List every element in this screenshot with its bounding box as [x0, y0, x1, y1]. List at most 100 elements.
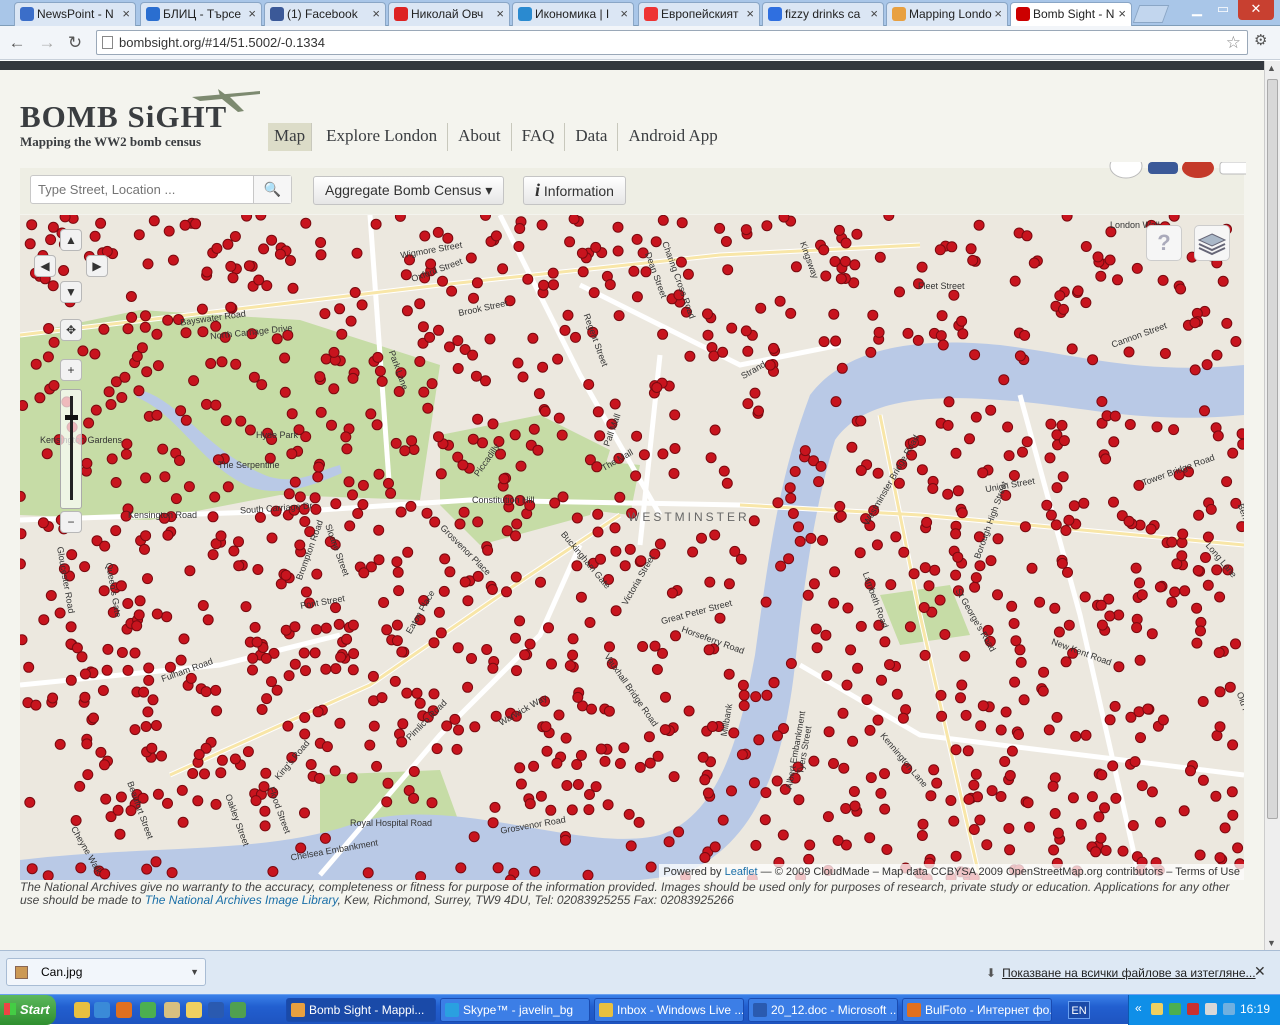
nav-map[interactable]: Map — [268, 123, 313, 151]
bomb-marker[interactable] — [1047, 780, 1059, 792]
bomb-marker[interactable] — [722, 264, 734, 276]
bomb-marker[interactable] — [1100, 453, 1112, 465]
bomb-marker[interactable] — [192, 795, 204, 807]
bomb-marker[interactable] — [995, 724, 1007, 736]
bomb-marker[interactable] — [845, 644, 857, 656]
bomb-marker[interactable] — [937, 339, 949, 351]
bomb-marker[interactable] — [956, 679, 968, 691]
bomb-marker[interactable] — [1049, 808, 1061, 819]
bomb-marker[interactable] — [1108, 436, 1120, 448]
bomb-marker[interactable] — [1135, 732, 1146, 744]
bomb-marker[interactable] — [707, 721, 718, 732]
minimize-icon[interactable]: ▁ — [1184, 0, 1210, 20]
bomb-marker[interactable] — [178, 633, 190, 645]
bomb-marker[interactable] — [211, 705, 223, 717]
bomb-marker[interactable] — [948, 815, 960, 827]
show-all-downloads-link[interactable]: ⬇ Показване на всички файлове за изтеглян… — [986, 966, 1256, 980]
bomb-marker[interactable] — [286, 408, 298, 420]
bomb-marker[interactable] — [614, 758, 626, 769]
bomb-marker[interactable] — [928, 764, 940, 776]
bomb-marker[interactable] — [562, 309, 574, 321]
close-tab-icon[interactable]: × — [994, 3, 1002, 25]
wrench-menu-icon[interactable]: ⚙ — [1254, 31, 1267, 49]
bomb-marker[interactable] — [258, 243, 270, 255]
bomb-marker[interactable] — [79, 561, 91, 573]
bomb-marker[interactable] — [1224, 681, 1236, 693]
bomb-marker[interactable] — [934, 594, 946, 606]
bomb-marker[interactable] — [419, 230, 431, 242]
bomb-marker[interactable] — [1022, 797, 1034, 809]
bomb-marker[interactable] — [90, 404, 102, 416]
bomb-marker[interactable] — [547, 267, 559, 279]
bomb-marker[interactable] — [345, 315, 357, 327]
scroll-thumb[interactable] — [1267, 79, 1278, 819]
bomb-marker[interactable] — [210, 399, 222, 411]
bomb-marker[interactable] — [950, 569, 962, 581]
bomb-marker[interactable] — [985, 555, 997, 567]
bomb-marker[interactable] — [88, 712, 99, 724]
bomb-marker[interactable] — [934, 244, 946, 256]
bomb-marker[interactable] — [114, 828, 126, 840]
bomb-marker[interactable] — [872, 714, 884, 726]
bomb-marker[interactable] — [1013, 729, 1024, 740]
bomb-marker[interactable] — [720, 236, 732, 247]
bomb-marker[interactable] — [391, 619, 403, 631]
bomb-marker[interactable] — [334, 717, 346, 729]
bomb-marker[interactable] — [1002, 421, 1014, 433]
bomb-marker[interactable] — [879, 636, 891, 648]
bomb-marker[interactable] — [438, 585, 450, 597]
bomb-marker[interactable] — [1117, 845, 1129, 857]
bomb-marker[interactable] — [1060, 656, 1072, 668]
bomb-marker[interactable] — [42, 870, 54, 880]
bomb-marker[interactable] — [570, 331, 581, 343]
bomb-marker[interactable] — [748, 515, 760, 527]
bomb-marker[interactable] — [572, 779, 584, 790]
bomb-marker[interactable] — [823, 726, 835, 738]
bomb-marker[interactable] — [174, 455, 185, 466]
bomb-marker[interactable] — [184, 565, 196, 577]
bomb-marker[interactable] — [738, 700, 750, 712]
bomb-marker[interactable] — [1072, 285, 1084, 297]
bomb-marker[interactable] — [1056, 557, 1068, 569]
bomb-marker[interactable] — [975, 720, 987, 732]
bomb-marker[interactable] — [1107, 760, 1119, 772]
bomb-marker[interactable] — [785, 492, 797, 504]
bomb-marker[interactable] — [142, 573, 153, 585]
bomb-marker[interactable] — [357, 479, 369, 491]
tray-icon[interactable] — [1169, 1003, 1181, 1015]
pan-left-icon[interactable]: ◀ — [34, 255, 56, 277]
bomb-marker[interactable] — [705, 452, 717, 464]
bomb-marker[interactable] — [1048, 844, 1060, 856]
bomb-marker[interactable] — [65, 674, 77, 686]
bomb-marker[interactable] — [970, 768, 982, 780]
bomb-marker[interactable] — [133, 229, 145, 241]
bomb-marker[interactable] — [709, 424, 721, 436]
bomb-marker[interactable] — [696, 532, 707, 544]
bomb-marker[interactable] — [772, 730, 783, 742]
bomb-marker[interactable] — [1058, 303, 1069, 315]
bomb-marker[interactable] — [482, 544, 494, 556]
bomb-marker[interactable] — [918, 602, 930, 613]
bomb-marker[interactable] — [963, 793, 975, 805]
bomb-marker[interactable] — [376, 692, 388, 704]
bomb-marker[interactable] — [259, 820, 271, 832]
bomb-marker[interactable] — [546, 658, 557, 670]
bomb-marker[interactable] — [481, 644, 493, 655]
bomb-marker[interactable] — [48, 380, 60, 391]
bomb-marker[interactable] — [952, 551, 964, 563]
bomb-marker[interactable] — [876, 674, 887, 686]
bomb-marker[interactable] — [820, 629, 832, 641]
bomb-marker[interactable] — [255, 215, 267, 221]
bomb-marker[interactable] — [742, 345, 754, 357]
bomb-marker[interactable] — [582, 869, 594, 880]
bomb-marker[interactable] — [244, 424, 256, 436]
bomb-marker[interactable] — [588, 287, 600, 299]
bomb-marker[interactable] — [1217, 275, 1229, 287]
zoom-handle[interactable] — [65, 415, 78, 420]
bomb-marker[interactable] — [458, 506, 470, 518]
bomb-marker[interactable] — [43, 323, 55, 334]
bomb-marker[interactable] — [564, 660, 576, 672]
bomb-marker[interactable] — [349, 287, 361, 298]
bomb-marker[interactable] — [753, 734, 765, 746]
bomb-marker[interactable] — [923, 580, 935, 592]
